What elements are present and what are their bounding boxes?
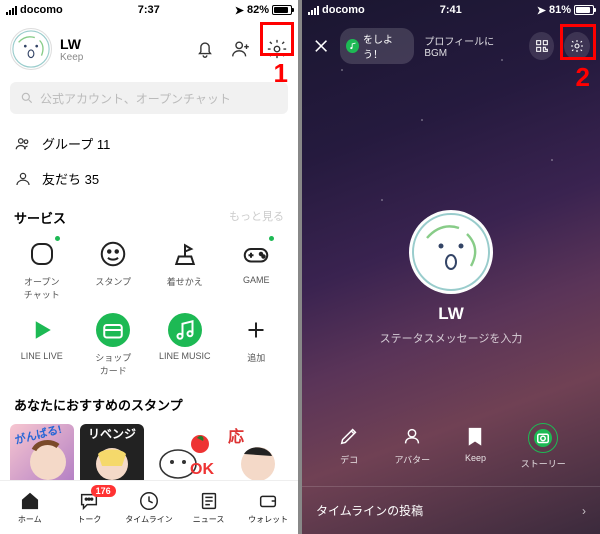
battery-pct: 81% (549, 4, 571, 16)
service-linemusic[interactable]: LINE MUSIC (149, 313, 221, 377)
service-game[interactable]: GAME (221, 237, 293, 301)
search-icon (20, 91, 34, 105)
services-title: サービス もっと見る (0, 196, 298, 231)
gear-icon[interactable] (564, 32, 590, 60)
service-openchat[interactable]: オープン チャット (6, 237, 78, 301)
action-story[interactable]: ストーリー (521, 423, 566, 470)
battery-icon (574, 5, 594, 15)
group-icon (14, 135, 32, 153)
see-more-link[interactable]: もっと見る (229, 208, 284, 224)
service-add[interactable]: 追加 (221, 313, 293, 377)
profile-screen: docomo 7:41 ➤ 81% をしよう！ プロフィールにBGM (302, 0, 600, 534)
tab-wallet[interactable]: ウォレット (238, 481, 298, 534)
status-bar: docomo 7:41 ➤ 81% (302, 0, 600, 20)
add-friend-icon[interactable] (230, 38, 252, 60)
avatar[interactable] (409, 210, 493, 294)
signal-icon (6, 6, 17, 15)
recommend-title: あなたにおすすめのスタンプ (0, 383, 298, 418)
location-icon: ➤ (537, 4, 546, 17)
close-icon[interactable] (312, 36, 330, 56)
svg-text:リベンジ: リベンジ (88, 427, 136, 441)
tab-talk[interactable]: 176トーク (60, 481, 120, 534)
keep-link[interactable]: Keep (60, 52, 83, 63)
battery-pct: 82% (247, 4, 269, 16)
bgm-pill[interactable]: をしよう！ (340, 28, 414, 64)
profile-header: LW Keep (0, 20, 298, 78)
status-bar: docomo 7:37 ➤ 82% (0, 0, 298, 20)
bell-icon[interactable] (194, 38, 216, 60)
location-icon: ➤ (235, 4, 244, 17)
carrier: docomo (322, 4, 365, 16)
svg-text:OK: OK (190, 461, 214, 478)
status-message[interactable]: ステータスメッセージを入力 (302, 330, 600, 346)
profile-top-bar: をしよう！ プロフィールにBGM (302, 20, 600, 72)
bgm-text[interactable]: プロフィールにBGM (424, 33, 509, 59)
action-avatar[interactable]: アバター (394, 423, 430, 470)
user-name: LW (60, 36, 83, 52)
carrier: docomo (20, 4, 63, 16)
service-stamp[interactable]: スタンプ (78, 237, 150, 301)
callout-2: 2 (576, 62, 590, 93)
clock: 7:37 (138, 4, 160, 16)
tab-bar: ホーム 176トーク タイムライン ニュース ウォレット (0, 480, 298, 534)
chevron-right-icon: › (582, 504, 586, 518)
tab-home[interactable]: ホーム (0, 481, 60, 534)
groups-row[interactable]: グループ 11 (0, 126, 298, 161)
callout-1: 1 (274, 58, 288, 89)
battery-icon (272, 5, 292, 15)
avatar[interactable] (10, 28, 52, 70)
action-keep[interactable]: Keep (462, 423, 488, 470)
action-deco[interactable]: デコ (336, 423, 362, 470)
tab-timeline[interactable]: タイムライン (119, 481, 179, 534)
timeline-posts[interactable]: タイムラインの投稿 › (302, 486, 600, 534)
badge: 176 (91, 485, 116, 497)
service-linelive[interactable]: LINE LIVE (6, 313, 78, 377)
friends-row[interactable]: 友だち 35 (0, 161, 298, 196)
gear-icon[interactable] (266, 38, 288, 60)
service-theme[interactable]: 着せかえ (149, 237, 221, 301)
person-icon (14, 170, 32, 188)
user-name: LW (302, 304, 600, 324)
signal-icon (308, 6, 319, 15)
qr-icon[interactable] (529, 32, 555, 60)
clock: 7:41 (440, 4, 462, 16)
svg-text:応: 応 (228, 427, 244, 446)
music-icon (346, 39, 359, 53)
search-input[interactable]: 公式アカウント、オープンチャット (10, 82, 288, 114)
tab-news[interactable]: ニュース (179, 481, 239, 534)
service-shopcard[interactable]: ショップ カード (78, 313, 150, 377)
home-screen: docomo 7:37 ➤ 82% LW Keep 1 (0, 0, 298, 534)
